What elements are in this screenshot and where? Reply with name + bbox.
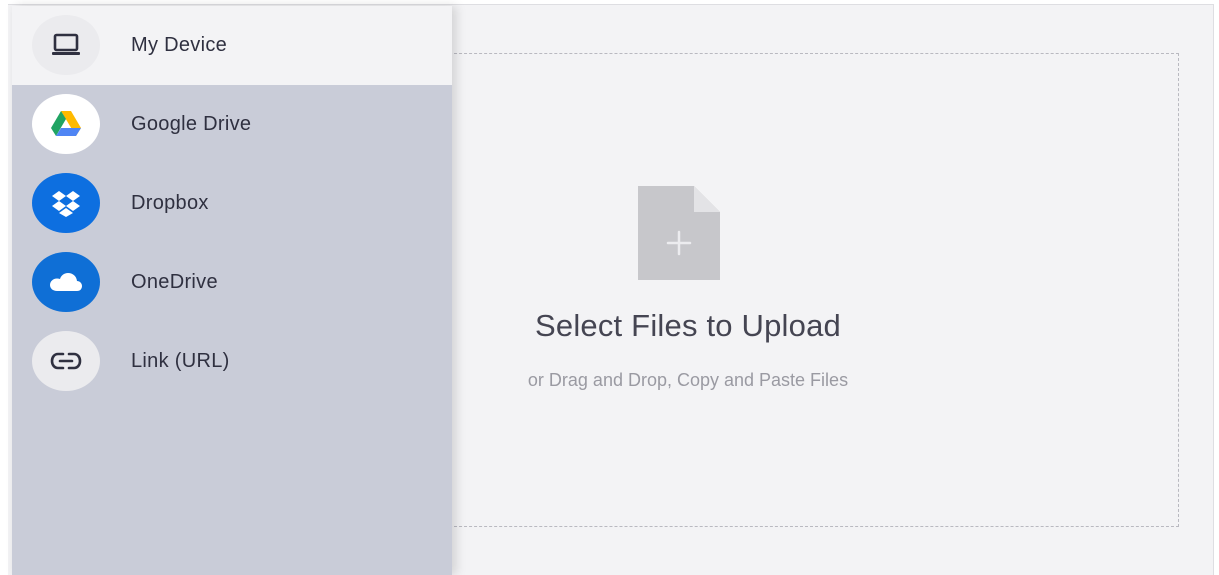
source-label: Link (URL) [131, 350, 230, 372]
source-label: OneDrive [131, 271, 218, 293]
file-add-icon [638, 186, 720, 280]
source-dropbox[interactable]: Dropbox [12, 164, 452, 243]
source-my-device[interactable]: My Device [12, 6, 452, 85]
source-google-drive[interactable]: Google Drive [12, 85, 452, 164]
source-label: Dropbox [131, 192, 209, 214]
source-label: Google Drive [131, 113, 252, 135]
laptop-icon [32, 15, 100, 75]
dropbox-icon [32, 173, 100, 233]
onedrive-icon [32, 252, 100, 312]
link-icon [32, 331, 100, 391]
drop-zone[interactable]: Select Files to Upload or Drag and Drop,… [444, 53, 1179, 527]
source-onedrive[interactable]: OneDrive [12, 243, 452, 322]
drop-zone-title: Select Files to Upload [535, 308, 841, 343]
google-drive-icon [32, 94, 100, 154]
drop-zone-subtitle: or Drag and Drop, Copy and Paste Files [527, 370, 849, 390]
source-label: My Device [131, 34, 228, 56]
source-sidebar: My Device Google Drive Dropbox OneDrive … [12, 6, 452, 575]
source-link-url[interactable]: Link (URL) [12, 322, 452, 401]
